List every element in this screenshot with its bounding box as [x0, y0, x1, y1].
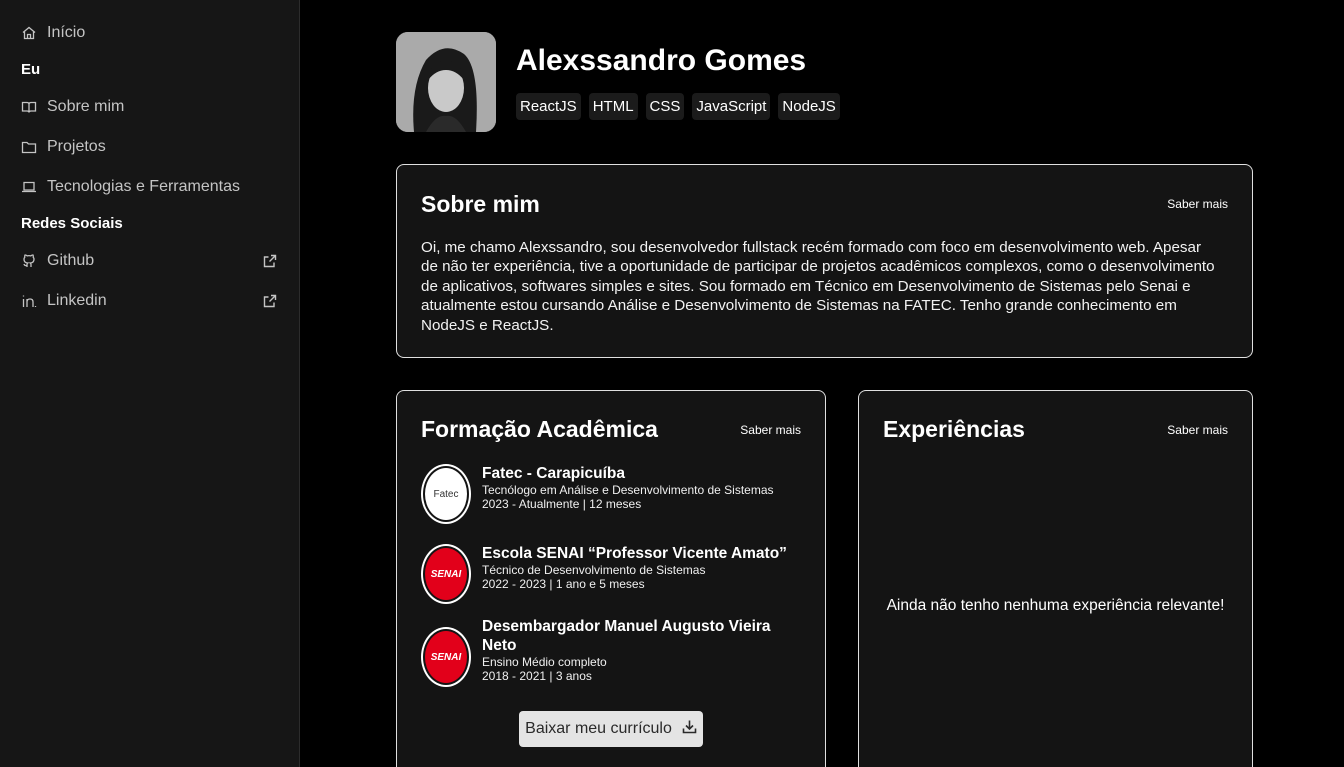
- sidebar-item-home[interactable]: Início: [21, 21, 277, 45]
- sidebar-item-label: Início: [47, 24, 86, 41]
- download-cv-button[interactable]: Baixar meu currículo: [519, 711, 703, 747]
- sidebar-item-label: Github: [47, 252, 95, 269]
- sidebar: Início Eu Sobre mim Projetos Tecnologias…: [0, 0, 300, 767]
- sidebar-item-about[interactable]: Sobre mim: [21, 95, 277, 119]
- profile-name: Alexssandro Gomes: [516, 44, 807, 77]
- home-icon: [21, 25, 37, 41]
- about-title: Sobre mim: [421, 191, 540, 217]
- education-more-link[interactable]: Saber mais: [740, 423, 801, 437]
- education-name: Escola SENAI “Professor Vicente Amato”: [482, 545, 787, 562]
- tech-tags: ReactJS HTML CSS JavaScript NodeJS: [516, 93, 840, 120]
- book-icon: [21, 99, 37, 115]
- laptop-icon: [21, 179, 37, 195]
- tech-tag: HTML: [588, 93, 638, 120]
- download-cv-label: Baixar meu currículo: [525, 720, 672, 737]
- tech-tag: CSS: [645, 93, 685, 120]
- education-card: Formação Acadêmica Saber mais Fatec Fate…: [396, 390, 826, 767]
- education-course: Ensino Médio completo: [482, 655, 607, 669]
- linkedin-icon: [21, 293, 37, 309]
- education-course: Técnico de Desenvolvimento de Sistemas: [482, 563, 706, 577]
- external-link-icon: [263, 294, 277, 308]
- about-more-link[interactable]: Saber mais: [1167, 197, 1228, 211]
- education-name: Desembargador Manuel Augusto Vieira Neto: [482, 618, 771, 654]
- sidebar-item-tech[interactable]: Tecnologias e Ferramentas: [21, 175, 277, 199]
- sidebar-item-label: Sobre mim: [47, 98, 125, 115]
- sidebar-item-github[interactable]: Github: [21, 249, 277, 273]
- download-icon: [682, 719, 697, 739]
- sidebar-section-social: Redes Sociais: [21, 215, 123, 232]
- education-name: Fatec - Carapicuíba: [482, 465, 625, 482]
- sidebar-item-label: Projetos: [47, 138, 106, 155]
- education-item: Fatec Fatec - Carapicuíba Tecnólogo em A…: [421, 464, 801, 526]
- sidebar-section-me: Eu: [21, 61, 41, 78]
- education-item: SENAI Desembargador Manuel Augusto Vieir…: [421, 618, 801, 689]
- tech-tag: NodeJS: [778, 93, 840, 120]
- education-course: Tecnólogo em Análise e Desenvolvimento d…: [482, 483, 774, 497]
- sidebar-item-label: Linkedin: [47, 292, 107, 309]
- tech-tag: JavaScript: [692, 93, 771, 120]
- experience-more-link[interactable]: Saber mais: [1167, 423, 1228, 437]
- experience-title: Experiências: [883, 416, 1025, 442]
- sidebar-item-label: Tecnologias e Ferramentas: [47, 178, 240, 195]
- about-text: Oi, me chamo Alexssandro, sou desenvolve…: [421, 239, 1215, 334]
- avatar: [396, 32, 496, 132]
- education-item: SENAI Escola SENAI “Professor Vicente Am…: [421, 544, 801, 606]
- about-card: Sobre mim Saber mais Oi, me chamo Alexss…: [396, 164, 1253, 358]
- experience-empty-text: Ainda não tenho nenhuma experiência rele…: [886, 597, 1225, 614]
- education-period: 2023 - Atualmente | 12 meses: [482, 497, 642, 511]
- folder-icon: [21, 139, 37, 155]
- sidebar-item-projects[interactable]: Projetos: [21, 135, 277, 159]
- external-link-icon: [263, 254, 277, 268]
- sidebar-item-linkedin[interactable]: Linkedin: [21, 289, 277, 313]
- senai-logo: SENAI: [421, 544, 471, 604]
- github-icon: [21, 253, 37, 269]
- education-period: 2018 - 2021 | 3 anos: [482, 669, 592, 683]
- tech-tag: ReactJS: [516, 93, 581, 120]
- fatec-logo: Fatec: [421, 464, 471, 524]
- experience-card: Experiências Saber mais Ainda não tenho …: [858, 390, 1253, 767]
- senai-logo: SENAI: [421, 627, 471, 687]
- education-period: 2022 - 2023 | 1 ano e 5 meses: [482, 577, 645, 591]
- education-title: Formação Acadêmica: [421, 416, 658, 442]
